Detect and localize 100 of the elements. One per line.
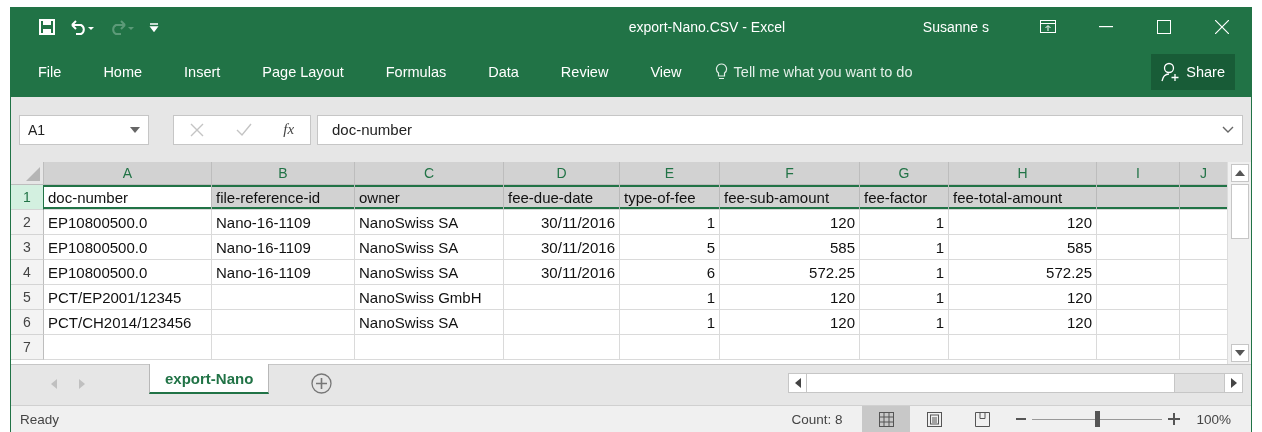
right-arrow-icon [1230,378,1237,388]
table-cell: 120 [949,285,1097,310]
triangle-icon [26,167,40,181]
up-arrow-icon [1234,170,1245,176]
column-header[interactable]: D [504,162,620,185]
table-cell: 1 [860,310,949,335]
table-cell: 572.25 [720,260,860,285]
ribbon-tab[interactable]: Review [539,54,630,90]
scroll-thumb[interactable] [807,374,1175,392]
ribbon-tab[interactable]: Formulas [364,54,468,90]
person-add-icon [1161,62,1182,82]
table-cell: Nano-16-1109 [212,235,355,260]
row-header[interactable]: 7 [11,335,44,360]
left-arrow-icon [794,378,801,388]
column-header[interactable]: H [949,162,1097,185]
table-cell: 120 [720,310,860,335]
insert-function-button[interactable]: fx [283,121,295,138]
table-cell: Nano-16-1109 [212,260,355,285]
table-cell: 585 [720,235,860,260]
table-cell: Nano-16-1109 [212,210,355,235]
undo-icon[interactable] [69,19,95,35]
table-cell [1180,185,1227,210]
table-cell: 1 [620,310,720,335]
table-cell: 1 [860,210,949,235]
table-cell: EP10800500.0 [44,210,212,235]
table-cell: PCT/EP2001/12345 [44,285,212,310]
scroll-down-button[interactable] [1230,344,1249,362]
horizontal-scrollbar[interactable] [788,373,1243,393]
table-cell: EP10800500.0 [44,235,212,260]
scroll-thumb[interactable] [1230,184,1249,239]
normal-view-button[interactable] [862,406,911,432]
column-header[interactable]: F [720,162,860,185]
table-cell: type-of-fee [620,185,720,210]
table-cell: 1 [620,285,720,310]
lightbulb-icon[interactable] [714,63,728,81]
column-header[interactable]: J [1180,162,1227,185]
table-cell: 572.25 [949,260,1097,285]
customize-icon[interactable] [149,22,159,32]
row-header[interactable]: 3 [11,235,44,260]
user-name: Susanne s [922,19,989,35]
page-layout-view-icon [925,410,943,428]
scroll-right-button[interactable] [1224,374,1242,392]
table-cell: 1 [860,260,949,285]
column-header[interactable]: B [212,162,355,185]
ribbon-tab[interactable]: View [629,54,703,90]
table-cell: 120 [720,285,860,310]
new-sheet-icon[interactable] [311,373,333,394]
zoom-in-icon[interactable] [1168,413,1181,425]
row-header[interactable]: 4 [11,260,44,285]
table-cell: 120 [720,210,860,235]
sheet-tab[interactable]: export-Nano [149,364,270,394]
column-header[interactable]: E [620,162,720,185]
row-header[interactable]: 1 [11,185,44,210]
name-box[interactable]: A1 [19,114,149,145]
row-header[interactable]: 6 [11,310,44,335]
down-arrow-icon [1234,350,1245,356]
ribbon-tab[interactable]: Home [82,54,164,90]
maximize-icon [1157,20,1171,34]
ribbon-tab[interactable]: Insert [163,54,242,90]
count-text: Count: 8 [791,411,843,427]
zoom-thumb[interactable] [1095,411,1101,427]
row-header[interactable]: 5 [11,285,44,310]
page-break-view-icon [973,410,991,428]
status-text: Ready [19,411,60,427]
ribbon-tab[interactable]: Data [467,54,540,90]
table-cell: 1 [860,235,949,260]
row-header[interactable]: 2 [11,210,44,235]
column-header[interactable]: I [1097,162,1180,185]
table-cell: PCT/CH2014/123456 [44,310,212,335]
checkmark-icon [235,122,252,137]
table-cell: fee-total-amount [949,185,1097,210]
column-header[interactable]: A [44,162,212,185]
table-cell: 1 [860,285,949,310]
table-cell: 6 [620,260,720,285]
table-cell: 1 [620,210,720,235]
dropdown-icon [130,126,140,133]
table-cell: NanoSwiss SA [355,210,504,235]
table-cell: 30/11/2016 [504,235,620,260]
save-icon[interactable] [39,19,55,35]
scroll-up-button[interactable] [1230,164,1249,182]
ribbon-tab[interactable]: Page Layout [241,54,365,90]
table-cell: 120 [949,210,1097,235]
table-cell: owner [355,185,504,210]
ribbon-tab[interactable]: File [17,54,83,90]
tell-me-field[interactable]: Tell me what you want to do [733,64,913,80]
table-cell: fee-factor [860,185,949,210]
share-button[interactable]: Share [1151,54,1235,90]
zoom-level[interactable]: 100% [1196,411,1231,427]
column-header[interactable]: G [860,162,949,185]
column-header[interactable]: C [355,162,504,185]
table-cell: file-reference-id [212,185,355,210]
table-cell: 5 [620,235,720,260]
table-cell: NanoSwiss GmbH [355,285,504,310]
formula-field[interactable]: doc-number [317,114,1243,145]
cancel-icon [189,122,204,137]
table-cell: NanoSwiss SA [355,260,504,285]
scroll-left-button[interactable] [789,374,807,392]
table-cell: EP10800500.0 [44,260,212,285]
table-cell: 585 [949,235,1097,260]
vertical-scrollbar[interactable] [1227,162,1251,364]
